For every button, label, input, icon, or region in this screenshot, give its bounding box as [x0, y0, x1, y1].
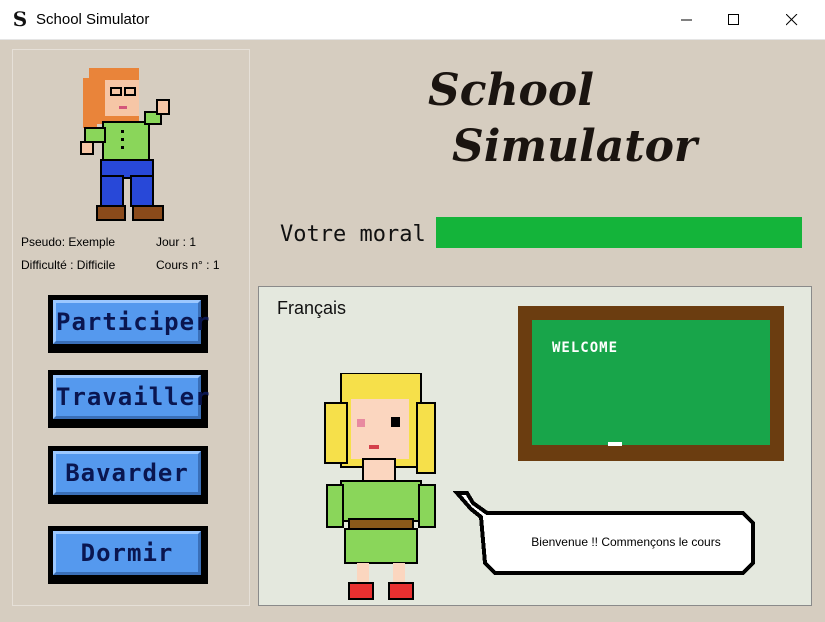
classroom-panel: Français WELCOME Bienvenue !! Commençons…: [258, 286, 812, 606]
moral-progress-fill: [436, 217, 802, 248]
chalkboard: WELCOME: [518, 306, 784, 461]
game-title: School Simulator: [428, 65, 697, 185]
moral-progress-bar: [436, 217, 802, 248]
title-bar: S School Simulator: [0, 0, 825, 40]
game-title-line2: Simulator: [452, 121, 698, 172]
participer-button[interactable]: Participer: [48, 295, 211, 353]
speech-text: Bienvenue !! Commençons le cours: [531, 535, 721, 549]
difficulty-label: Difficulté : Difficile: [21, 258, 116, 272]
bavarder-button[interactable]: Bavarder: [48, 446, 208, 504]
speech-bubble-icon: [452, 491, 755, 575]
player-pseudo: Pseudo: Exemple: [21, 235, 116, 249]
window-title: School Simulator: [36, 11, 150, 28]
travailler-button-label: Travailler: [56, 383, 211, 411]
dormir-button-label: Dormir: [80, 539, 174, 567]
player-avatar: [80, 68, 170, 221]
course-counter: Cours n° : 1: [156, 258, 220, 272]
app-icon: S: [12, 7, 28, 31]
game-title-line1: School: [428, 65, 594, 116]
app-window: S School Simulator Pseudo: Exemple Jour …: [0, 0, 825, 622]
bavarder-button-label: Bavarder: [65, 459, 189, 487]
close-icon: [786, 14, 798, 26]
maximize-button[interactable]: [711, 0, 757, 39]
participer-button-label: Participer: [56, 308, 211, 336]
chalk-icon: [608, 442, 622, 446]
maximize-icon: [728, 14, 739, 25]
chalkboard-surface: WELCOME: [532, 320, 770, 446]
player-panel: Pseudo: Exemple Jour : 1 Difficulté : Di…: [12, 49, 250, 606]
minimize-button[interactable]: [664, 0, 710, 39]
close-button[interactable]: [769, 0, 815, 39]
teacher-sprite: [324, 373, 436, 600]
minimize-icon: [681, 19, 692, 21]
day-counter: Jour : 1: [156, 235, 197, 249]
speech-bubble: Bienvenue !! Commençons le cours: [451, 487, 761, 579]
moral-label: Votre moral :: [280, 222, 453, 247]
chalkboard-text: WELCOME: [552, 340, 619, 356]
subject-label: Français: [277, 298, 347, 318]
travailler-button[interactable]: Travailler: [48, 370, 211, 428]
dormir-button[interactable]: Dormir: [48, 526, 208, 584]
